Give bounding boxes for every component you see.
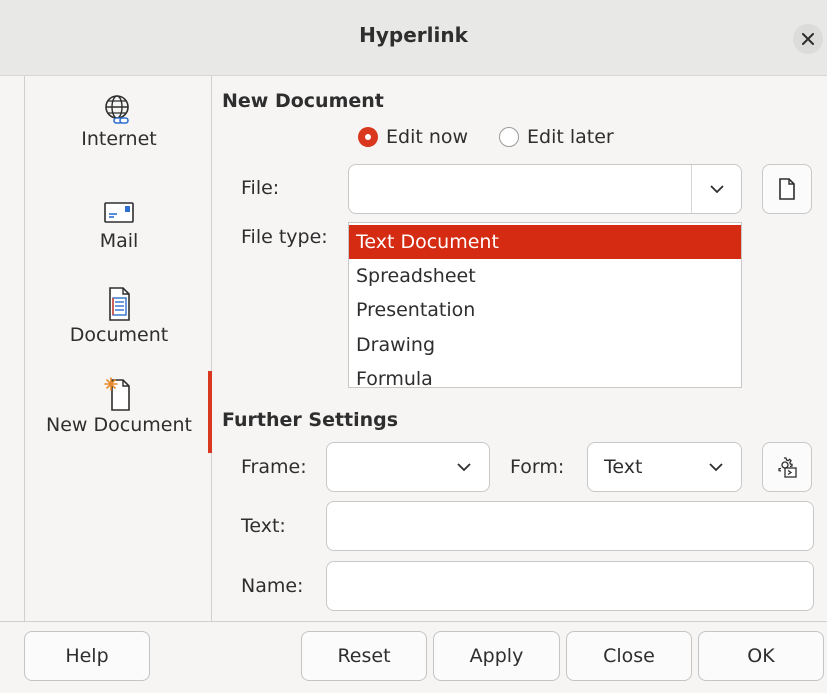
file-label: File: [241, 177, 280, 199]
edit-later-label: Edit later [527, 126, 614, 148]
further-settings-heading: Further Settings [222, 409, 399, 431]
globe-link-icon [105, 95, 129, 124]
select-path-button[interactable] [762, 164, 812, 214]
form-value: Text [604, 456, 643, 478]
sidebar-item-label: Document [69, 324, 169, 346]
radio-unselected-indicator [499, 127, 519, 147]
edit-now-label: Edit now [386, 126, 469, 148]
open-file-icon [779, 178, 795, 200]
sidebar-item-document[interactable]: Document [25, 286, 213, 346]
sidebar-item-internet[interactable]: Internet [25, 94, 213, 150]
new-document-icon [104, 377, 130, 411]
chevron-down-icon [457, 462, 471, 471]
sidebar-item-label: New Document [46, 414, 192, 436]
edit-now-radio[interactable]: Edit now [358, 126, 468, 148]
list-item[interactable]: Spreadsheet [349, 259, 741, 293]
name-input[interactable] [326, 561, 814, 611]
form-label: Form: [510, 456, 565, 478]
close-window-button[interactable] [793, 24, 823, 54]
list-item[interactable]: Presentation [349, 293, 741, 327]
frame-label: Frame: [241, 456, 307, 478]
document-icon [109, 287, 130, 321]
close-button[interactable]: Close [566, 631, 692, 681]
file-type-label: File type: [241, 226, 328, 248]
list-item[interactable]: Text Document [349, 225, 741, 259]
file-dropdown-button[interactable] [691, 165, 741, 213]
text-input[interactable] [326, 501, 814, 551]
reset-button[interactable]: Reset [301, 631, 427, 681]
sidebar-item-new-document[interactable]: New Document [25, 376, 213, 436]
chevron-down-icon [709, 462, 723, 471]
help-button[interactable]: Help [24, 631, 150, 681]
form-select[interactable]: Text [587, 442, 742, 492]
frame-combobox[interactable] [326, 442, 490, 492]
radio-selected-indicator [358, 127, 378, 147]
button-bar-separator [0, 621, 827, 622]
ok-button[interactable]: OK [698, 631, 824, 681]
list-item[interactable]: Formula [349, 362, 741, 387]
list-item[interactable]: Drawing [349, 328, 741, 362]
envelope-icon [104, 202, 134, 223]
edit-later-radio[interactable]: Edit later [499, 126, 614, 148]
text-label: Text: [241, 515, 286, 537]
hyperlink-dialog: Hyperlink Internet Mail Document New Doc… [0, 0, 827, 693]
chevron-down-icon [709, 184, 724, 193]
close-icon [802, 33, 814, 45]
macro-events-icon [778, 457, 797, 478]
file-type-listbox[interactable]: Text Document Spreadsheet Presentation D… [348, 222, 742, 388]
dialog-title: Hyperlink [359, 23, 468, 47]
file-combobox[interactable] [348, 164, 742, 214]
events-button[interactable] [762, 442, 812, 492]
title-bar: Hyperlink [0, 0, 827, 76]
apply-button[interactable]: Apply [433, 631, 560, 681]
sidebar-active-indicator [208, 371, 212, 453]
sidebar: Internet Mail Document New Document [24, 76, 212, 621]
frame-dropdown-button[interactable] [439, 443, 489, 491]
sidebar-item-mail[interactable]: Mail [25, 196, 213, 252]
sidebar-item-label: Mail [99, 230, 139, 252]
form-dropdown-button[interactable] [691, 443, 741, 491]
sidebar-item-label: Internet [81, 128, 157, 150]
new-document-heading: New Document [222, 90, 384, 112]
name-label: Name: [241, 575, 304, 597]
